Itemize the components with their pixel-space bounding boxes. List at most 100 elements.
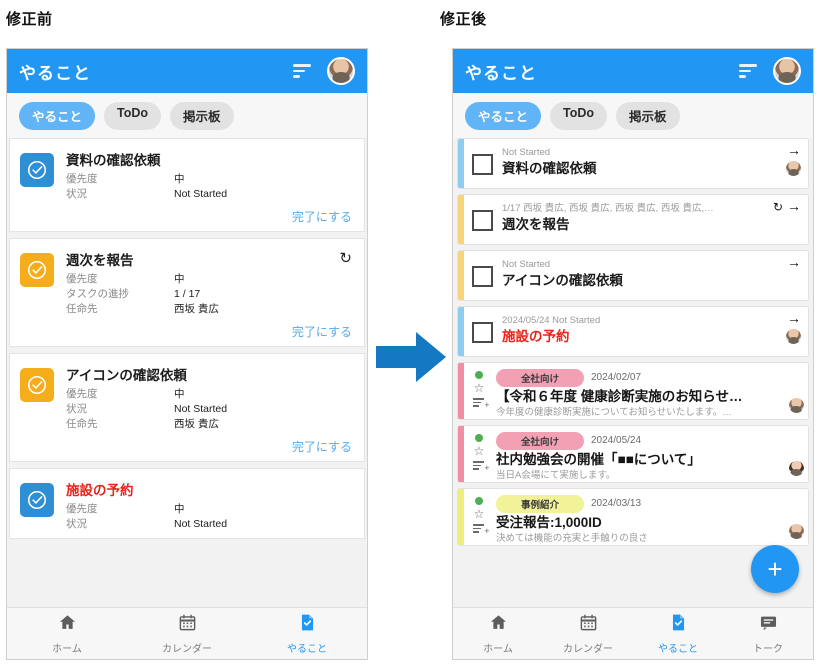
announcement-icon-column: ☆ +: [464, 426, 494, 482]
recurring-icon: ↻: [772, 200, 783, 214]
author-avatar: [788, 398, 804, 413]
announcement-icon-column: ☆ +: [464, 363, 494, 419]
nav-item-label: カレンダー: [563, 643, 613, 655]
task-meta-text: 1/17 西坂 貴広, 西坂 貴広, 西坂 貴広, 西坂 貴広,…: [502, 203, 714, 214]
appbar-before: やること: [7, 49, 367, 93]
announcement-date: 2024/02/07: [591, 372, 642, 384]
complete-task-link[interactable]: 完了にする: [66, 208, 352, 225]
add-button[interactable]: +: [751, 545, 799, 593]
assignee-avatar: [786, 329, 801, 344]
tab-2[interactable]: ToDo: [104, 102, 162, 130]
category-tag: 事例紹介: [496, 495, 584, 513]
appbar-after: やること: [453, 49, 813, 93]
task-check-badge-icon[interactable]: [20, 368, 54, 402]
announcement-icon-column: ☆ +: [464, 489, 494, 545]
task-card-title: 施設の予約: [66, 483, 134, 498]
user-avatar[interactable]: [327, 57, 355, 85]
nav-item-home[interactable]: ホーム: [453, 608, 543, 659]
add-note-icon[interactable]: +: [472, 461, 490, 472]
task-checkbox[interactable]: [472, 210, 493, 231]
bottom-nav-before: ホーム カレンダー やること: [7, 607, 367, 659]
task-row[interactable]: 2024/05/24 Not Started 施設の予約 →: [457, 306, 809, 357]
task-field-value: 中: [174, 173, 185, 185]
task-field-row: 任命先 西坂 貴広: [66, 302, 352, 317]
task-card[interactable]: 施設の予約 優先度 中状況 Not Started: [9, 468, 365, 539]
task-check-badge-icon[interactable]: [20, 253, 54, 287]
caption-after: 修正後: [440, 11, 487, 28]
caption-before: 修正前: [6, 11, 53, 28]
task-card-title: アイコンの確認依頼: [66, 368, 187, 383]
nav-item-label: カレンダー: [162, 643, 212, 655]
task-row[interactable]: Not Started アイコンの確認依頼 →: [457, 250, 809, 301]
task-card[interactable]: アイコンの確認依頼 優先度 中状況 Not Started 任命先 西坂 貴広 完了にする: [9, 353, 365, 462]
author-avatar: [788, 524, 804, 539]
task-check-badge-icon[interactable]: [20, 153, 54, 187]
announcement-row[interactable]: ☆ + 全社向け 2024/05/24 社内勉強会の開催「■■について」 当日A会場にて実…: [457, 425, 809, 483]
task-field-label: 優先度: [66, 273, 98, 285]
nav-item-task-file[interactable]: やること: [633, 608, 723, 659]
task-field-value: 中: [174, 388, 185, 400]
priority-stripe: [458, 139, 464, 188]
tab-3[interactable]: 掲示板: [616, 102, 680, 130]
complete-task-link[interactable]: 完了にする: [66, 438, 352, 455]
task-field-label: 優先度: [66, 503, 98, 515]
sort-descending-icon[interactable]: [293, 64, 313, 78]
sort-descending-icon[interactable]: [739, 64, 759, 78]
task-row-title: 週次を報告: [502, 217, 570, 232]
nav-item-chat[interactable]: トーク: [723, 608, 813, 659]
user-avatar[interactable]: [773, 57, 801, 85]
tab-1-active[interactable]: やること: [465, 102, 542, 130]
task-row-body: Not Started 資料の確認依頼: [502, 139, 764, 188]
announcement-subtitle: 当日A会場にて実施します。: [496, 469, 616, 481]
recurring-icon: ↻: [339, 250, 352, 267]
task-list-before[interactable]: 資料の確認依頼 優先度中状況 Not Started 完了にする 週次を報告 優先度中タス…: [7, 138, 367, 607]
announcement-header: 全社向け 2024/02/07: [496, 369, 778, 387]
task-field-label: 任命先: [66, 303, 98, 315]
star-icon[interactable]: ☆: [474, 508, 485, 521]
nav-item-task-file[interactable]: やること: [247, 608, 367, 659]
priority-stripe: [458, 195, 464, 244]
announcement-row[interactable]: ☆ + 全社向け 2024/02/07 【令和６年度 健康診断実施のお知らせ… 今年度の健…: [457, 362, 809, 420]
announcement-author: [784, 363, 808, 419]
star-icon[interactable]: ☆: [474, 445, 485, 458]
task-check-badge-icon[interactable]: [20, 483, 54, 517]
tab-pill-bar-after: やること ToDo 掲示板: [453, 93, 813, 138]
add-note-icon[interactable]: +: [472, 398, 490, 409]
announcement-row[interactable]: ☆ + 事例紹介 2024/03/13 受注報告:1,000ID 決めては機能の充実と手触…: [457, 488, 809, 546]
task-list-after[interactable]: Not Started 資料の確認依頼 → 1/17 西坂 貴広, 西坂 貴広, 西坂…: [453, 138, 813, 607]
task-row-body: 1/17 西坂 貴広, 西坂 貴広, 西坂 貴広, 西坂 貴広,… 週次を報告: [502, 195, 764, 244]
open-detail-arrow-icon[interactable]: →: [787, 255, 801, 269]
task-card[interactable]: 資料の確認依頼 優先度 中状況 Not Started 完了にする: [9, 138, 365, 232]
task-field-row: 優先度 中: [66, 272, 352, 287]
task-row[interactable]: Not Started 資料の確認依頼 →: [457, 138, 809, 189]
task-checkbox[interactable]: [472, 154, 493, 175]
task-field-row: 状況 Not Started: [66, 402, 352, 417]
open-detail-arrow-icon[interactable]: →: [787, 199, 801, 213]
announcement-subtitle: 今年度の健康診断実施についてお知らせいたします。…: [496, 406, 732, 418]
star-icon[interactable]: ☆: [474, 382, 485, 395]
task-checkbox[interactable]: [472, 322, 493, 343]
tab-2[interactable]: ToDo: [550, 102, 608, 130]
task-field-value: Not Started: [174, 403, 228, 415]
task-card[interactable]: 週次を報告 優先度 中タスクの進捗 1 / 17 任命先 西坂 貴広 完了にする ↻: [9, 238, 365, 347]
home-icon: [58, 613, 77, 637]
assignee-avatar: [786, 161, 801, 176]
add-note-icon[interactable]: +: [472, 524, 490, 535]
priority-stripe: [458, 307, 464, 356]
task-checkbox[interactable]: [472, 266, 493, 287]
nav-item-home[interactable]: ホーム: [7, 608, 127, 659]
task-row[interactable]: 1/17 西坂 貴広, 西坂 貴広, 西坂 貴広, 西坂 貴広,… 週次を報告 ↻ →: [457, 194, 809, 245]
task-row-title: 施設の予約: [502, 329, 570, 344]
nav-item-calendar[interactable]: カレンダー: [127, 608, 247, 659]
open-detail-arrow-icon[interactable]: →: [787, 311, 801, 325]
tab-1-active[interactable]: やること: [19, 102, 96, 130]
task-field-value: 中: [174, 273, 185, 285]
bottom-nav-after: ホーム カレンダー やること トーク: [453, 607, 813, 659]
nav-item-label: やること: [287, 643, 327, 655]
complete-task-link[interactable]: 完了にする: [66, 323, 352, 340]
nav-item-calendar[interactable]: カレンダー: [543, 608, 633, 659]
tab-3[interactable]: 掲示板: [170, 102, 234, 130]
open-detail-arrow-icon[interactable]: →: [787, 143, 801, 157]
task-meta-text: Not Started: [502, 147, 551, 158]
task-row-body: 2024/05/24 Not Started 施設の予約: [502, 307, 764, 356]
